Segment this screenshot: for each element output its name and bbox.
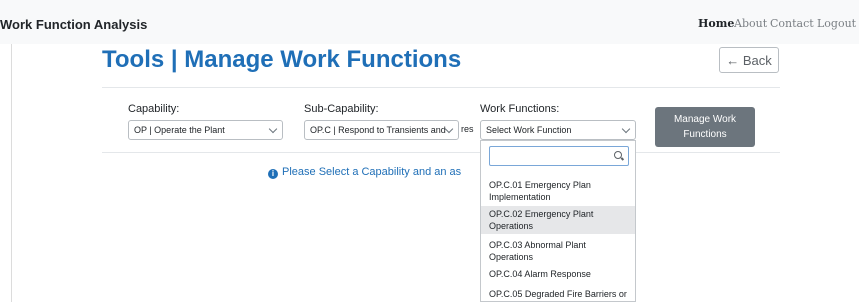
dropdown-option[interactable]: OP.C.03 Abnormal Plant Operations — [481, 237, 635, 264]
info-message: i Please Select a Capability and an as — [268, 166, 461, 179]
brand-title[interactable]: Work Function Analysis — [0, 17, 147, 32]
nav-about-link[interactable]: About — [734, 17, 767, 30]
dropdown-option[interactable]: OP.C.04 Alarm Response — [481, 268, 635, 282]
search-icon — [614, 151, 622, 159]
capability-value: OP | Operate the Plant — [134, 125, 225, 135]
left-divider — [11, 44, 12, 302]
dropdown-search-input[interactable] — [489, 146, 629, 166]
sub-capability-value: OP.C | Respond to Transients and — [310, 125, 446, 135]
info-message-text: Please Select a Capability and an as — [282, 166, 462, 178]
dropdown-option[interactable]: OP.C.05 Degraded Fire Barriers or — [481, 288, 635, 301]
info-icon: i — [268, 169, 278, 179]
dropdown-option[interactable]: OP.C.02 Emergency Plant Operations — [481, 206, 635, 234]
navbar: Work Function Analysis Home About Contac… — [0, 0, 859, 44]
work-functions-select[interactable]: Select Work Function — [480, 120, 636, 140]
capability-label: Capability: — [128, 103, 180, 115]
chevron-down-icon — [621, 124, 631, 134]
chevron-down-icon — [268, 124, 278, 134]
truncated-text: res — [461, 124, 474, 134]
page-title: Tools | Manage Work Functions — [102, 46, 462, 73]
sub-capability-select[interactable]: OP.C | Respond to Transients and — [304, 120, 459, 140]
dropdown-option[interactable]: OP.C.01 Emergency Plan Implementation — [481, 177, 635, 204]
divider-bottom — [102, 152, 780, 153]
divider-top — [102, 87, 780, 88]
chevron-down-icon — [444, 124, 454, 134]
nav-contact-link[interactable]: Contact — [770, 17, 814, 30]
capability-select[interactable]: OP | Operate the Plant — [128, 120, 283, 140]
work-function-dropdown: OP.C.01 Emergency Plan Implementation OP… — [480, 140, 636, 302]
work-functions-value: Select Work Function — [486, 125, 572, 135]
manage-work-functions-button[interactable]: Manage Work Functions — [655, 107, 755, 147]
nav-home-link[interactable]: Home — [698, 17, 734, 30]
work-functions-label: Work Functions: — [480, 103, 560, 115]
sub-capability-label: Sub-Capability: — [304, 103, 379, 115]
nav-logout-link[interactable]: Logout — [817, 17, 856, 30]
back-button[interactable]: ← Back — [719, 47, 779, 73]
